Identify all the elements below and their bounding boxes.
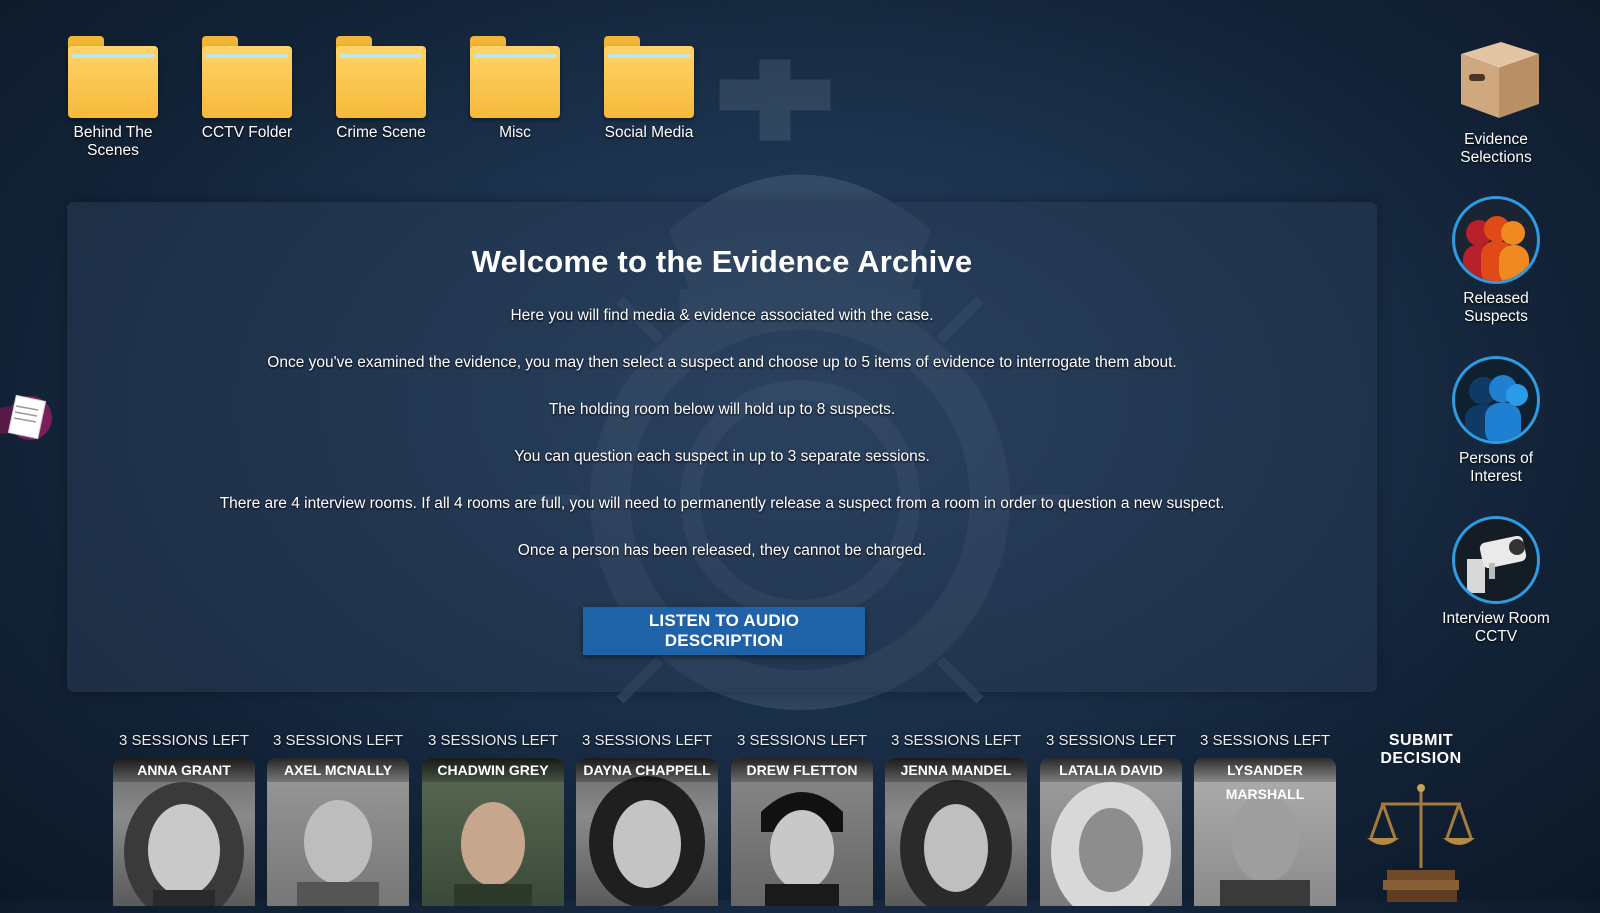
suspect-name: DREW FLETTON [731, 758, 873, 782]
folder-label: Crime Scene [336, 124, 426, 141]
released-suspects-icon [1452, 196, 1540, 284]
sessions-left: 3 SESSIONS LEFT [427, 732, 559, 749]
folder-behind-the-scenes[interactable]: Behind The Scenes [58, 36, 168, 160]
suspect-photo[interactable]: DAYNA CHAPPELL [576, 758, 718, 906]
submit-decision-button[interactable]: SUBMIT DECISION [1346, 732, 1496, 913]
persons-of-interest-button[interactable]: Persons of Interest [1440, 356, 1552, 486]
suspect-card-drew-fletton[interactable]: 3 SESSIONS LEFT DREW FLETTON [731, 732, 873, 906]
suspect-photo[interactable]: CHADWIN GREY [422, 758, 564, 906]
folder-icon [470, 36, 560, 118]
welcome-paragraph: The holding room below will hold up to 8… [548, 401, 896, 418]
notebook-icon[interactable] [0, 392, 56, 444]
suspect-card-dayna-chappell[interactable]: 3 SESSIONS LEFT DAYNA CHAPPELL [576, 732, 718, 906]
suspect-portrait [589, 776, 705, 906]
suspect-photo[interactable]: LATALIA DAVID [1040, 758, 1182, 906]
persons-of-interest-icon [1452, 356, 1540, 444]
submit-decision-label: SUBMIT DECISION [1380, 732, 1462, 767]
welcome-paragraph: Here you will find media & evidence asso… [510, 307, 934, 324]
folder-label: Misc [499, 124, 531, 141]
suspect-card-lysander-marshall[interactable]: 3 SESSIONS LEFT LYSANDER MARSHALL [1194, 732, 1336, 906]
sessions-left: 3 SESSIONS LEFT [1045, 732, 1177, 749]
released-suspects-label: Released Suspects [1463, 290, 1529, 325]
suspect-card-anna-grant[interactable]: 3 SESSIONS LEFT ANNA GRANT [113, 732, 255, 906]
scales-of-justice-icon [1367, 784, 1475, 902]
suspect-name: LATALIA DAVID [1040, 758, 1182, 782]
suspect-portrait [454, 802, 532, 906]
suspect-name: ANNA GRANT [113, 758, 255, 782]
suspect-portrait [297, 800, 379, 906]
folder-icon [336, 36, 426, 118]
listen-audio-description-button[interactable]: LISTEN TO AUDIO DESCRIPTION [583, 607, 865, 655]
suspect-card-chadwin-grey[interactable]: 3 SESSIONS LEFT CHADWIN GREY [422, 732, 564, 906]
suspect-name: LYSANDER MARSHALL [1194, 758, 1336, 802]
suspect-name: AXEL MCNALLY [267, 758, 409, 782]
interview-room-cctv-label: Interview Room CCTV [1442, 610, 1550, 645]
sessions-left: 3 SESSIONS LEFT [890, 732, 1022, 749]
sessions-left: 3 SESSIONS LEFT [581, 732, 713, 749]
suspect-photo[interactable]: JENNA MANDEL [885, 758, 1027, 906]
sessions-left: 3 SESSIONS LEFT [736, 732, 868, 749]
folder-icon [604, 36, 694, 118]
welcome-title: Welcome to the Evidence Archive [471, 244, 973, 279]
folder-social-media[interactable]: Social Media [594, 36, 704, 142]
sessions-left: 3 SESSIONS LEFT [272, 732, 404, 749]
welcome-paragraph: Once you've examined the evidence, you m… [267, 354, 1177, 371]
folder-label: Behind The Scenes [73, 124, 153, 159]
sessions-left: 3 SESSIONS LEFT [118, 732, 250, 749]
suspect-photo[interactable]: DREW FLETTON [731, 758, 873, 906]
persons-of-interest-label: Persons of Interest [1458, 450, 1534, 485]
folder-icon [68, 36, 158, 118]
evidence-box-icon [1461, 42, 1539, 118]
suspect-portrait [761, 792, 843, 906]
suspect-portrait [1051, 782, 1171, 906]
welcome-panel: Welcome to the Evidence Archive Here you… [67, 202, 1377, 692]
suspect-card-jenna-mandel[interactable]: 3 SESSIONS LEFT JENNA MANDEL [885, 732, 1027, 906]
folder-misc[interactable]: Misc [460, 36, 570, 142]
cctv-camera-icon [1452, 516, 1540, 604]
folder-label: Social Media [604, 124, 694, 141]
evidence-selections-button[interactable]: Evidence Selections [1440, 34, 1552, 167]
interview-room-cctv-button[interactable]: Interview Room CCTV [1440, 516, 1552, 646]
suspect-portrait [124, 782, 244, 906]
suspect-name: DAYNA CHAPPELL [576, 758, 718, 782]
folder-label: CCTV Folder [201, 124, 293, 141]
welcome-paragraph: You can question each suspect in up to 3… [514, 448, 930, 465]
sessions-left: 3 SESSIONS LEFT [1199, 732, 1331, 749]
suspect-name: JENNA MANDEL [885, 758, 1027, 782]
folder-icon [202, 36, 292, 118]
suspect-photo[interactable]: AXEL MCNALLY [267, 758, 409, 906]
evidence-selections-label: Evidence Selections [1460, 131, 1532, 166]
suspect-photo[interactable]: LYSANDER MARSHALL [1194, 758, 1336, 906]
folder-crime-scene[interactable]: Crime Scene [326, 36, 436, 142]
suspect-card-latalia-david[interactable]: 3 SESSIONS LEFT LATALIA DAVID [1040, 732, 1182, 906]
suspect-portrait [900, 780, 1012, 906]
suspect-name: CHADWIN GREY [422, 758, 564, 782]
suspect-card-axel-mcnally[interactable]: 3 SESSIONS LEFT AXEL MCNALLY [267, 732, 409, 906]
released-suspects-button[interactable]: Released Suspects [1440, 196, 1552, 326]
suspect-photo[interactable]: ANNA GRANT [113, 758, 255, 906]
folder-cctv[interactable]: CCTV Folder [192, 36, 302, 142]
welcome-paragraph: There are 4 interview rooms. If all 4 ro… [219, 495, 1225, 512]
welcome-paragraph: Once a person has been released, they ca… [517, 542, 927, 559]
